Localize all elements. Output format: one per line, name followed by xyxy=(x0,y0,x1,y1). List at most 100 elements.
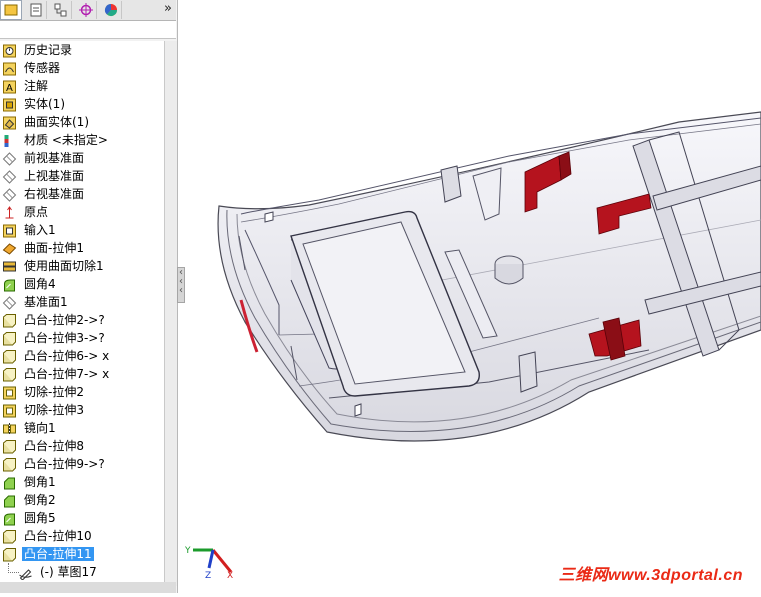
feature-tree-item-label: (-) 草图17 xyxy=(40,565,97,579)
feature-tree-item[interactable]: (-) 草图17 xyxy=(0,563,160,581)
feature-tree-item[interactable]: 输入1 xyxy=(0,221,160,239)
feature-tree-item[interactable]: 实体(1) xyxy=(0,95,160,113)
feature-tree-item-label: 凸台-拉伸8 xyxy=(24,439,84,453)
plane-icon xyxy=(2,295,17,310)
plane-icon xyxy=(2,187,17,202)
tree-filter-bar[interactable] xyxy=(0,21,176,39)
boss-extrude-icon xyxy=(2,547,17,562)
boss-extrude-icon xyxy=(2,331,17,346)
chamfer-icon xyxy=(2,475,17,490)
feature-manager-panel: » 历史记录传感器 A 注解实体(1) 曲面实体(1) 材质 <未指定> 前视基准面 上视基… xyxy=(0,0,178,593)
tree-vertical-scrollbar[interactable] xyxy=(165,41,177,586)
cut-extrude-icon xyxy=(2,385,17,400)
feature-tree-item[interactable]: 历史记录 xyxy=(0,41,160,59)
feature-tree-item-label: 切除-拉伸3 xyxy=(24,403,84,417)
feature-tree-item-label: 凸台-拉伸3->? xyxy=(24,331,105,345)
feature-tree-item[interactable]: 原点 xyxy=(0,203,160,221)
feature-tree-item-label: 曲面实体(1) xyxy=(24,115,89,129)
dimxpert-tab[interactable] xyxy=(76,1,97,19)
feature-tree-item-label: 圆角5 xyxy=(24,511,56,525)
feature-tree-item[interactable]: 凸台-拉伸2->? xyxy=(0,311,160,329)
material-icon xyxy=(2,133,17,147)
feature-tree-item-label: 原点 xyxy=(24,205,49,219)
property-manager-icon xyxy=(30,3,42,17)
boss-extrude-icon xyxy=(2,367,17,382)
triad-y-label: Y xyxy=(184,546,191,556)
feature-tree-item[interactable]: 凸台-拉伸6-> x xyxy=(0,347,160,365)
feature-tree-item[interactable]: 凸台-拉伸9->? xyxy=(0,455,160,473)
configuration-manager-tab[interactable] xyxy=(51,1,72,19)
feature-tree-item[interactable]: 传感器 xyxy=(0,59,160,77)
feature-tree-item[interactable]: 凸台-拉伸3->? xyxy=(0,329,160,347)
feature-tree-item[interactable]: 材质 <未指定> xyxy=(0,131,160,149)
surface-body-icon xyxy=(2,115,17,130)
boss-extrude-icon xyxy=(2,529,17,544)
cut-extrude-icon xyxy=(2,403,17,418)
sensor-icon xyxy=(2,61,17,76)
feature-tree-item[interactable]: 倒角2 xyxy=(0,491,160,509)
feature-tree-item-label: 倒角1 xyxy=(24,475,56,489)
boss-extrude-icon xyxy=(2,457,17,472)
triad-z-label: Z xyxy=(205,571,211,581)
property-manager-tab[interactable] xyxy=(26,1,47,19)
display-manager-tab[interactable] xyxy=(101,1,122,19)
feature-tree-item[interactable]: 凸台-拉伸11 xyxy=(0,545,160,563)
expand-panel-button[interactable]: » xyxy=(164,1,172,16)
history-icon xyxy=(2,43,17,58)
feature-tree-item-label: 历史记录 xyxy=(24,43,73,57)
triad-x-label: X xyxy=(227,571,233,581)
graphics-area[interactable]: X Y Z xyxy=(179,0,761,593)
display-manager-icon xyxy=(104,3,118,17)
feature-tree-item-label: 凸台-拉伸2->? xyxy=(24,313,105,327)
feature-tree-item[interactable]: 凸台-拉伸10 xyxy=(0,527,160,545)
feature-manager-icon xyxy=(4,4,18,16)
feature-tree-item-label: 实体(1) xyxy=(24,97,65,111)
configuration-manager-icon xyxy=(54,3,67,17)
boss-extrude-icon xyxy=(2,349,17,364)
feature-tree-item-label: 传感器 xyxy=(24,61,61,75)
plane-icon xyxy=(2,151,17,166)
feature-tree-item[interactable]: 凸台-拉伸8 xyxy=(0,437,160,455)
dimxpert-icon xyxy=(79,3,93,17)
feature-tree-item[interactable]: 倒角1 xyxy=(0,473,160,491)
feature-tree-item-label: 右视基准面 xyxy=(24,187,85,201)
feature-tree-item-label: 注解 xyxy=(24,79,49,93)
mirror-icon xyxy=(2,421,17,435)
origin-icon xyxy=(2,205,17,219)
solid-body-icon xyxy=(2,97,17,112)
feature-tree-item[interactable]: 镜向1 xyxy=(0,419,160,437)
feature-tree-item-label: 材质 <未指定> xyxy=(24,133,108,147)
feature-tree: 历史记录传感器 A 注解实体(1) 曲面实体(1) 材质 <未指定> 前视基准面 上视基准面… xyxy=(0,41,165,586)
feature-tree-item[interactable]: 曲面实体(1) xyxy=(0,113,160,131)
feature-tree-item[interactable]: 使用曲面切除1 xyxy=(0,257,160,275)
feature-tree-item[interactable]: 曲面-拉伸1 xyxy=(0,239,160,257)
fillet-icon xyxy=(2,511,17,526)
feature-tree-item-label: 凸台-拉伸7-> x xyxy=(24,367,110,381)
feature-tree-item-label: 镜向1 xyxy=(24,421,56,435)
feature-tree-item[interactable]: 切除-拉伸3 xyxy=(0,401,160,419)
feature-tree-item-label: 凸台-拉伸9->? xyxy=(24,457,105,471)
feature-tree-item[interactable]: 圆角4 xyxy=(0,275,160,293)
boss-extrude-icon xyxy=(2,313,17,328)
feature-manager-tab[interactable] xyxy=(0,0,22,20)
surface-cut-icon xyxy=(2,259,17,273)
feature-tree-item[interactable]: 前视基准面 xyxy=(0,149,160,167)
annotation-icon: A xyxy=(2,79,17,94)
feature-tree-item-label: 曲面-拉伸1 xyxy=(24,241,84,255)
feature-tree-item[interactable]: 圆角5 xyxy=(0,509,160,527)
coordinate-triad: X Y Z xyxy=(184,546,233,581)
feature-tree-item[interactable]: 上视基准面 xyxy=(0,167,160,185)
feature-tree-item-label: 基准面1 xyxy=(24,295,68,309)
feature-tree-item[interactable]: 右视基准面 xyxy=(0,185,160,203)
feature-tree-item[interactable]: 切除-拉伸2 xyxy=(0,383,160,401)
feature-tree-item[interactable]: 基准面1 xyxy=(0,293,160,311)
feature-tree-item[interactable]: A 注解 xyxy=(0,77,160,95)
feature-tree-item-label: 圆角4 xyxy=(24,277,56,291)
feature-tree-item-label: 倒角2 xyxy=(24,493,56,507)
feature-tree-item-label: 凸台-拉伸10 xyxy=(24,529,92,543)
surface-extrude-icon xyxy=(2,241,17,255)
feature-tree-item-label: 输入1 xyxy=(24,223,56,237)
feature-tree-item[interactable]: 凸台-拉伸7-> x xyxy=(0,365,160,383)
feature-tree-item-label: 凸台-拉伸11 xyxy=(22,547,94,561)
tree-horizontal-scrollbar[interactable] xyxy=(0,582,176,593)
